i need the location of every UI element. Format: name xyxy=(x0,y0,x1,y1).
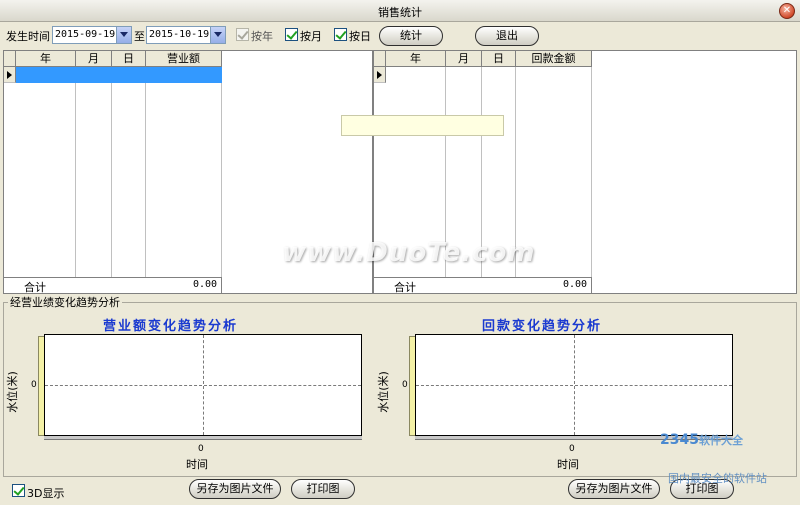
grid-corner xyxy=(4,51,16,67)
save-image-button-right[interactable]: 另存为图片文件 xyxy=(568,479,660,499)
y-tick-label: 0 xyxy=(402,380,408,390)
total-label: 合计 xyxy=(394,281,416,294)
chart-plot-payment xyxy=(415,334,733,436)
close-button[interactable]: ✕ xyxy=(779,3,795,19)
tooltip xyxy=(341,115,504,136)
sales-total-value: 0.00 xyxy=(193,279,218,290)
date-range-label: 发生时间 xyxy=(6,30,50,43)
column-line xyxy=(591,67,592,277)
logo-2345-number: 2345 xyxy=(660,432,699,448)
end-date-value: 2015-10-19 xyxy=(149,29,210,40)
payment-total-value: 0.00 xyxy=(563,279,588,290)
stats-button[interactable]: 统计 xyxy=(379,26,443,46)
logo-2345: 2345软件大全 xyxy=(660,432,743,448)
y-axis-label: 水位(米) xyxy=(5,371,19,413)
grid-line xyxy=(203,335,204,435)
print-button-left[interactable]: 打印图 xyxy=(291,479,355,499)
save-image-button-left[interactable]: 另存为图片文件 xyxy=(189,479,281,499)
logo-2345-suffix: 软件大全 xyxy=(698,434,743,447)
x-tick-label: 0 xyxy=(569,444,575,454)
exit-button[interactable]: 退出 xyxy=(475,26,539,46)
x-axis-label: 时间 xyxy=(557,458,579,471)
column-header-payment[interactable]: 回款金额 xyxy=(516,51,592,67)
grid-corner xyxy=(374,51,386,67)
payment-total-row: 合计 0.00 xyxy=(374,277,592,293)
column-line xyxy=(145,67,146,277)
row-indicator-icon[interactable] xyxy=(4,67,16,83)
column-line xyxy=(221,67,222,277)
chart-title-revenue: 营业额变化趋势分析 xyxy=(103,319,239,334)
column-header-month[interactable]: 月 xyxy=(76,51,112,67)
by-month-checkbox[interactable] xyxy=(285,28,298,41)
column-line xyxy=(75,67,76,277)
column-header-year[interactable]: 年 xyxy=(16,51,76,67)
y-tick-label: 0 xyxy=(31,380,37,390)
logo-2345-subtitle: 国内最安全的软件站 xyxy=(668,472,767,485)
by-year-checkbox[interactable] xyxy=(236,28,249,41)
column-header-month[interactable]: 月 xyxy=(446,51,482,67)
column-header-day[interactable]: 日 xyxy=(112,51,146,67)
sales-total-row: 合计 0.00 xyxy=(4,277,222,293)
x-axis-label: 时间 xyxy=(186,458,208,471)
chart-plot-revenue xyxy=(44,334,362,436)
show-3d-label: 3D显示 xyxy=(27,487,65,500)
column-header-day[interactable]: 日 xyxy=(482,51,516,67)
chevron-down-icon[interactable] xyxy=(116,27,131,43)
by-year-label: 按年 xyxy=(251,30,273,43)
y-axis-label: 水位(米) xyxy=(376,371,390,413)
column-header-revenue[interactable]: 营业额 xyxy=(146,51,222,67)
end-date-picker[interactable]: 2015-10-19 xyxy=(146,26,226,44)
analysis-group-label: 经营业绩变化趋势分析 xyxy=(8,294,122,310)
column-header-year[interactable]: 年 xyxy=(386,51,446,67)
chart-title-payment: 回款变化趋势分析 xyxy=(482,319,603,334)
to-label: 至 xyxy=(134,30,145,43)
by-month-label: 按月 xyxy=(300,30,322,43)
start-date-picker[interactable]: 2015-09-19 xyxy=(52,26,132,44)
row-indicator-icon[interactable] xyxy=(374,67,386,83)
by-day-label: 按日 xyxy=(349,30,371,43)
window-title: 销售统计 xyxy=(378,6,422,19)
x-tick-label: 0 xyxy=(198,444,204,454)
show-3d-checkbox[interactable] xyxy=(12,484,25,497)
chart-3d-floor xyxy=(44,436,362,440)
table-row[interactable] xyxy=(16,67,222,83)
column-line xyxy=(111,67,112,277)
chevron-down-icon[interactable] xyxy=(210,27,225,43)
grid-line xyxy=(574,335,575,435)
start-date-value: 2015-09-19 xyxy=(55,29,116,40)
total-label: 合计 xyxy=(24,281,46,294)
by-day-checkbox[interactable] xyxy=(334,28,347,41)
duote-watermark: www.DuoTe.com xyxy=(282,238,536,268)
